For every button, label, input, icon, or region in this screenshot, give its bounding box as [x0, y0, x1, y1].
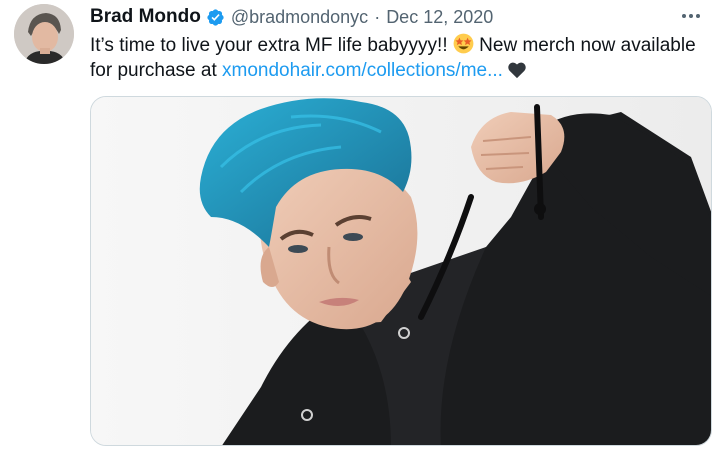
- tweet-text: It’s time to live your extra MF life bab…: [90, 33, 716, 83]
- verified-badge-icon: [207, 8, 224, 26]
- star-struck-emoji-icon: [453, 33, 474, 54]
- avatar-image: [14, 4, 74, 64]
- tweet-header: Brad Mondo @bradmondonyc · Dec 12, 2020: [90, 5, 493, 29]
- black-heart-icon: [508, 62, 526, 79]
- header-separator: ·: [374, 6, 381, 27]
- author-handle[interactable]: @bradmondonyc: [231, 7, 368, 28]
- tweet-card[interactable]: Brad Mondo @bradmondonyc · Dec 12, 2020 …: [0, 0, 720, 453]
- tweet-link[interactable]: xmondohair.com/collections/me...: [222, 60, 503, 81]
- photo-image: [91, 97, 711, 445]
- tweet-date[interactable]: Dec 12, 2020: [386, 7, 493, 28]
- author-name[interactable]: Brad Mondo: [90, 6, 201, 28]
- tweet-text-part1: It’s time to live your extra MF life bab…: [90, 35, 453, 56]
- avatar[interactable]: [14, 4, 74, 64]
- tweet-media-photo[interactable]: [90, 96, 712, 446]
- more-options-icon[interactable]: [676, 4, 706, 28]
